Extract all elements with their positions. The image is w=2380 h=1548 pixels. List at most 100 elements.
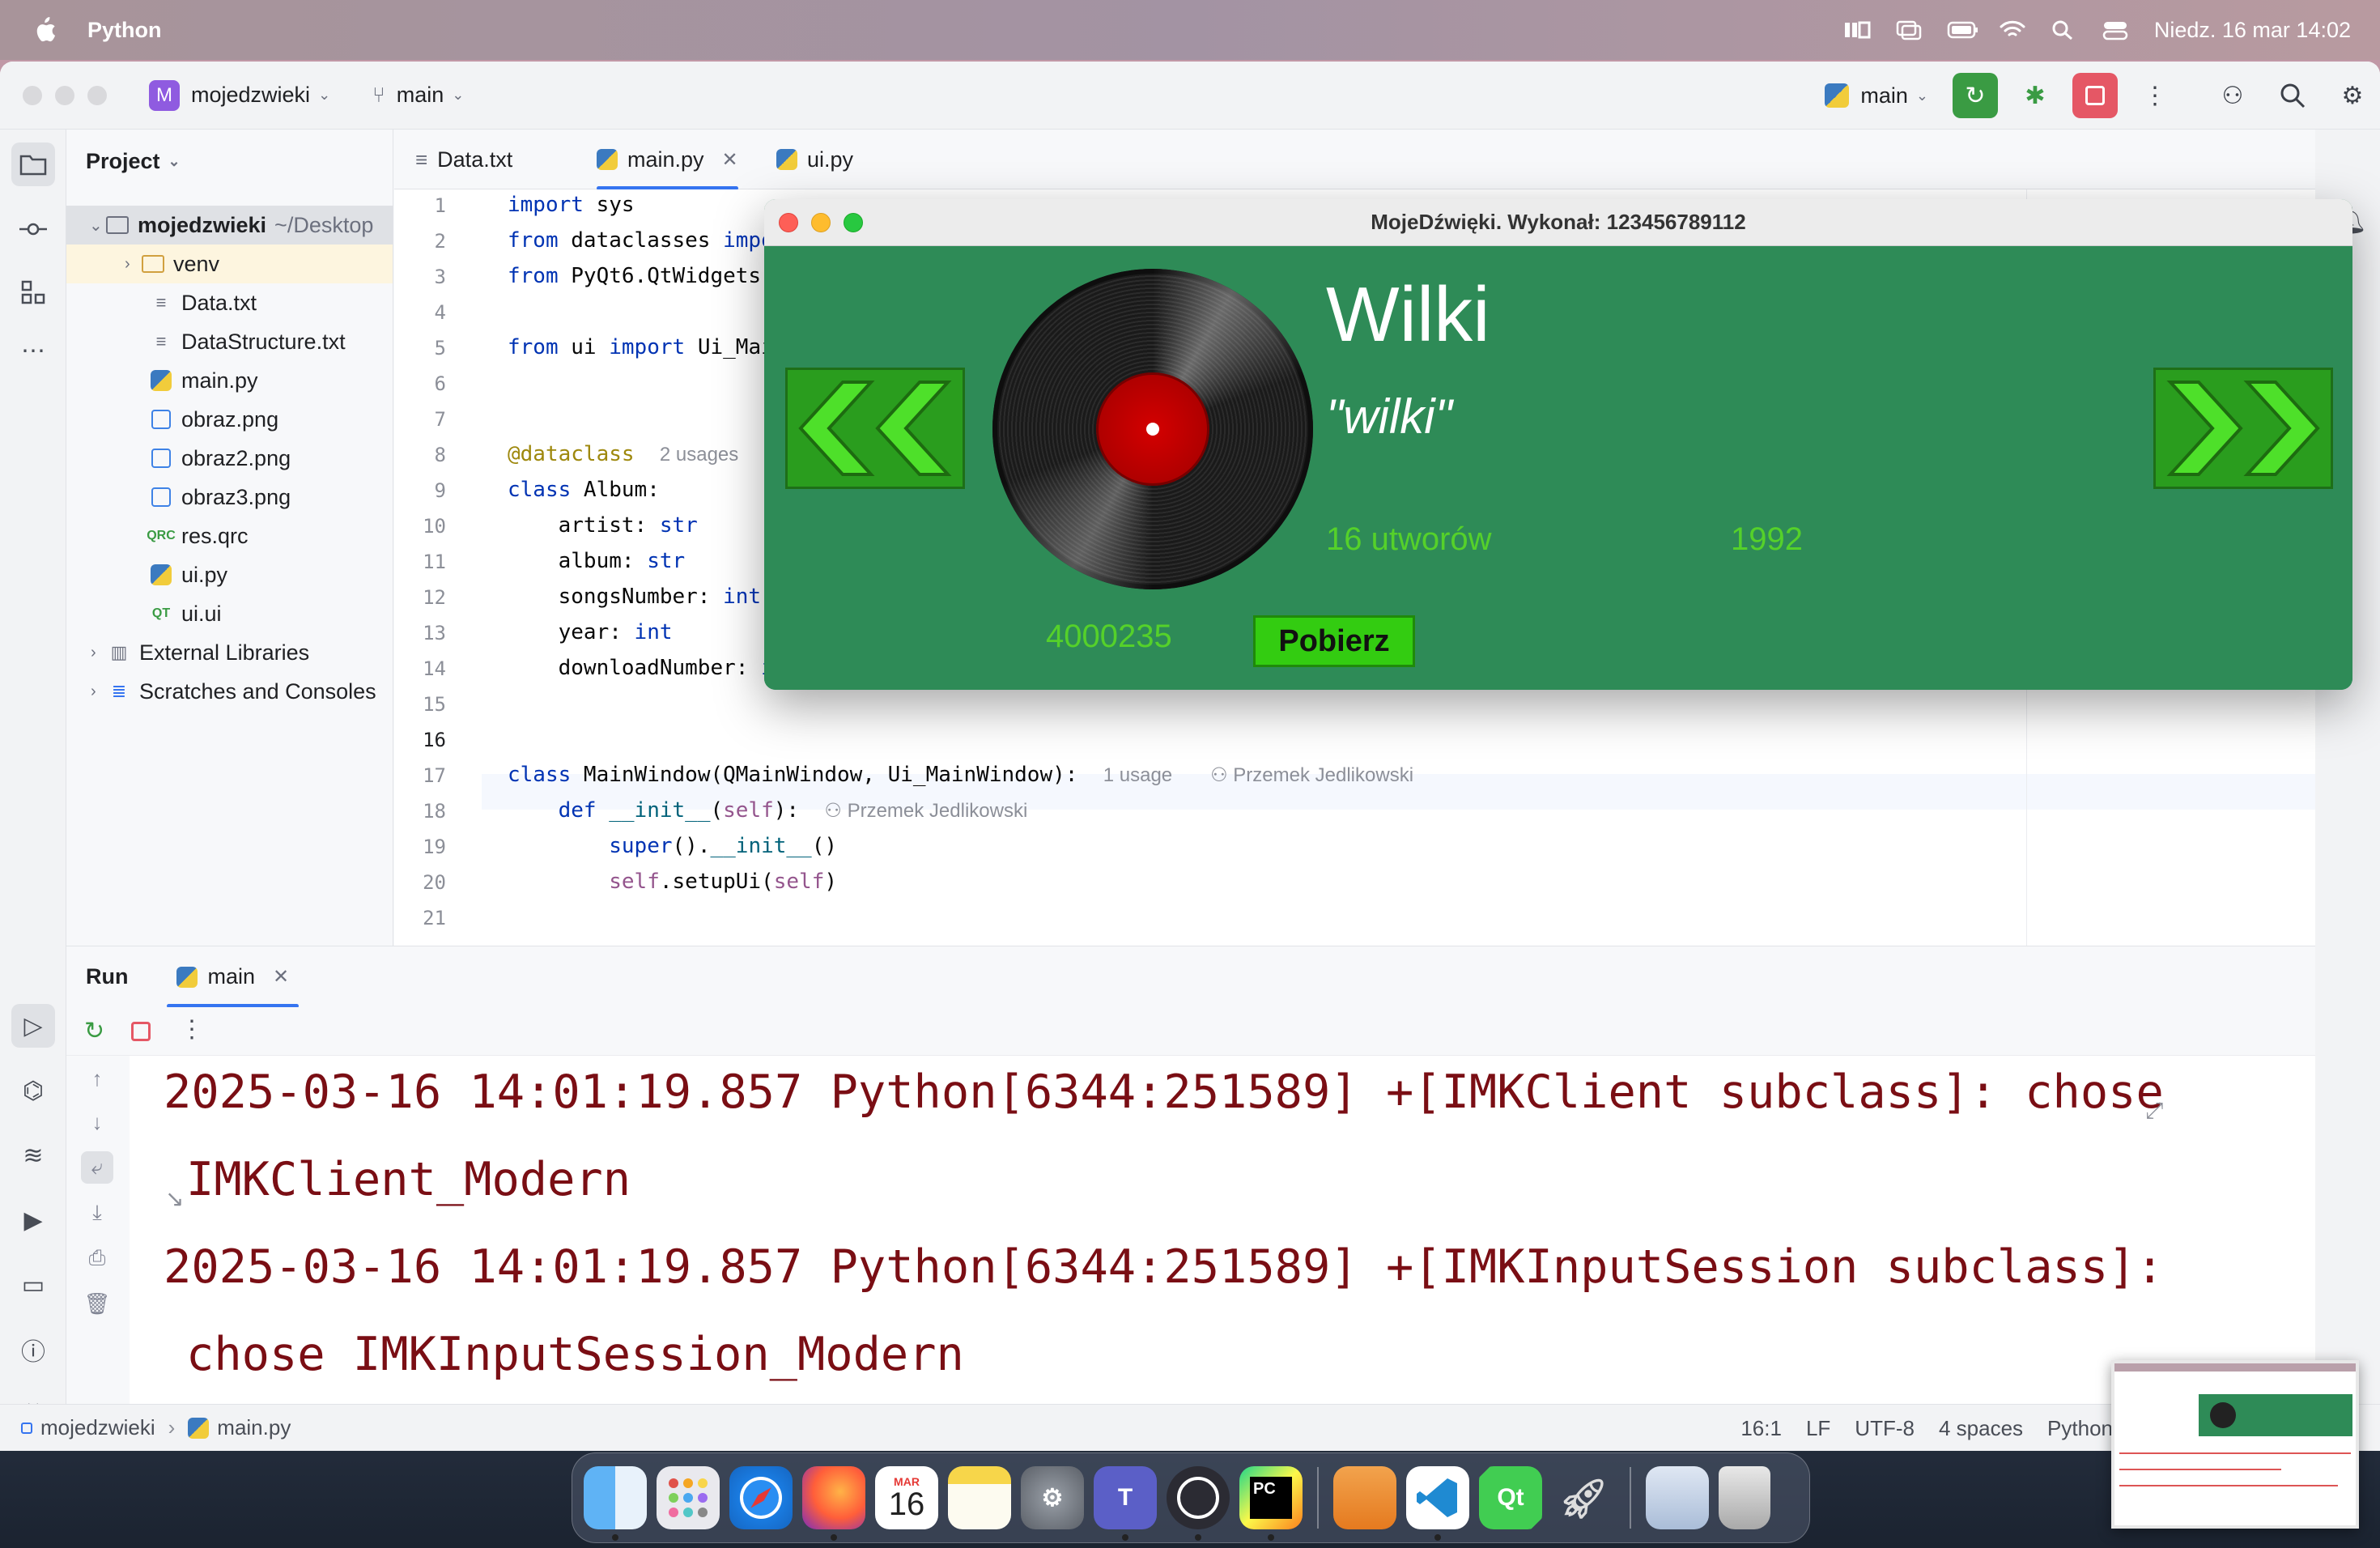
soft-wrap-icon[interactable]: ⤶ [81,1151,113,1184]
tree-item-res-qrc[interactable]: QRC res.qrc [66,517,393,555]
problems-icon[interactable]: ⓘ [11,1328,55,1372]
rerun-icon[interactable]: ↻ [84,1017,104,1045]
tree-item-external-libraries[interactable]: › ▥ External Libraries [66,633,393,672]
print-icon[interactable]: ⎙ [81,1242,113,1274]
more-actions-icon[interactable]: ⋮ [180,1015,204,1044]
rocket-icon[interactable]: 🚀︎ [1552,1466,1615,1529]
console-output[interactable]: 2025-03-16 14:01:19.857 Python[6344:2515… [130,1056,2315,1451]
system-settings-icon[interactable]: ⚙ [1021,1466,1084,1529]
minimize-window-button[interactable] [55,85,74,105]
finder-icon[interactable] [584,1466,647,1541]
python-packages-icon[interactable]: ⌬ [11,1069,55,1112]
close-tab-icon[interactable]: ✕ [722,148,738,172]
caret-position[interactable]: 16:1 [1740,1416,1782,1441]
services-icon[interactable]: ▶ [11,1198,55,1242]
indent-setting[interactable]: 4 spaces [1939,1416,2023,1441]
clock[interactable]: Niedz. 16 mar 14:02 [2154,18,2351,43]
tree-item-scratches[interactable]: › ≣ Scratches and Consoles [66,672,393,711]
teams-icon[interactable]: T [1094,1466,1157,1541]
tree-root[interactable]: ⌄ mojedzwieki ~/Desktop [66,206,393,245]
project-folder-icon[interactable] [11,142,55,186]
preview-icon[interactable] [1333,1466,1396,1529]
qt-minimize-button[interactable] [811,213,831,232]
control-center-icon[interactable] [2102,19,2130,40]
pycharm-icon[interactable]: PC [1239,1466,1303,1541]
app-name-menu[interactable]: Python [87,18,162,43]
structure-icon[interactable] [11,270,55,314]
rerun-button[interactable]: ↻ [1953,73,1998,118]
stop-icon[interactable] [131,1022,151,1041]
interpreter[interactable]: Python [2047,1416,2113,1441]
scroll-up-icon[interactable]: ↑ [81,1062,113,1095]
stage-manager-icon[interactable] [1843,19,1871,40]
vscode-icon[interactable] [1406,1466,1469,1541]
scroll-down-icon[interactable]: ↓ [81,1106,113,1138]
author-hint[interactable]: Przemek Jedlikowski [848,800,1028,822]
download-button[interactable]: Pobierz [1253,615,1415,667]
spotlight-search-icon[interactable] [2051,19,2078,40]
line-separator[interactable]: LF [1806,1416,1830,1441]
tab-data-txt[interactable]: ≡ Data.txt [415,130,512,189]
tab-ui-py[interactable]: ui.py [776,130,853,189]
zoom-window-button[interactable] [87,85,107,105]
run-config-selector[interactable]: main [1860,83,1908,108]
add-user-icon[interactable]: ⚇ [2210,73,2255,118]
trash-icon[interactable] [1719,1466,1770,1529]
tree-item-main-py[interactable]: main.py [66,361,393,400]
tree-item-obraz3-png[interactable]: obraz3.png [66,478,393,517]
close-window-button[interactable] [23,85,42,105]
expand-icon[interactable]: ⤢ [2145,1098,2163,1125]
screen-mirroring-icon[interactable] [1895,19,1923,40]
launchpad-icon[interactable] [657,1466,720,1529]
firefox-icon[interactable] [802,1466,865,1541]
breadcrumb-file[interactable]: main.py [217,1415,291,1440]
breadcrumb-project[interactable]: mojedzwieki [40,1415,155,1440]
run-tool-icon[interactable]: ▷ [11,1004,55,1048]
stop-button[interactable] [2072,73,2118,118]
more-tools-icon[interactable]: ⋯ [11,329,55,372]
usages-hint[interactable]: 1 usage [1103,764,1172,786]
project-switcher[interactable]: mojedzwieki [191,83,310,108]
qt-zoom-button[interactable] [844,213,863,232]
search-icon[interactable] [2270,73,2315,118]
next-album-button[interactable] [2153,368,2333,489]
battery-icon[interactable] [1947,19,1978,40]
tree-item-venv[interactable]: › venv [66,245,393,283]
trash-icon[interactable]: 🗑︎ [81,1287,113,1320]
tree-item-ui-ui[interactable]: QT ui.ui [66,594,393,633]
project-panel-title[interactable]: Project [86,149,160,174]
notes-icon[interactable] [948,1466,1011,1529]
debug-icon[interactable]: ✱ [2012,73,2058,118]
run-panel-title[interactable]: Run [86,964,128,989]
usages-hint[interactable]: 2 usages [660,444,738,466]
qt-close-button[interactable] [779,213,798,232]
wifi-icon[interactable] [1999,19,2026,40]
tab-label: Data.txt [437,147,513,172]
file-encoding[interactable]: UTF-8 [1855,1416,1915,1441]
screenshot-thumbnail[interactable] [2111,1360,2359,1529]
commit-icon[interactable] [11,207,55,251]
obs-icon[interactable] [1167,1466,1230,1541]
tree-item-obraz2-png[interactable]: obraz2.png [66,439,393,478]
previous-album-button[interactable] [785,368,965,489]
author-hint[interactable]: Przemek Jedlikowski [1233,764,1413,786]
apple-menu-icon[interactable] [32,16,57,44]
files-icon[interactable] [1646,1466,1709,1529]
run-tab-main[interactable]: main ✕ [167,946,300,1008]
tree-item-ui-py[interactable]: ui.py [66,555,393,594]
tree-item-obraz-png[interactable]: obraz.png [66,400,393,439]
settings-gear-icon[interactable]: ⚙ [2330,73,2375,118]
close-tab-icon[interactable]: ✕ [273,965,289,989]
layers-icon[interactable]: ≋ [11,1133,55,1177]
qt-creator-icon[interactable]: Qt [1479,1466,1542,1529]
scroll-to-end-icon[interactable]: ⤓ [81,1197,113,1229]
branch-switcher[interactable]: main [397,83,444,108]
safari-icon[interactable] [729,1466,793,1529]
terminal-icon[interactable]: ▭ [11,1263,55,1307]
tab-main-py[interactable]: main.py ✕ [597,130,738,190]
tree-item-datastructure-txt[interactable]: ≡ DataStructure.txt [66,322,393,361]
tree-item-data-txt[interactable]: ≡ Data.txt [66,283,393,322]
calendar-icon[interactable]: MAR 16 [875,1466,938,1529]
project-badge[interactable]: M [149,79,180,111]
more-actions-icon[interactable]: ⋮ [2132,73,2178,118]
